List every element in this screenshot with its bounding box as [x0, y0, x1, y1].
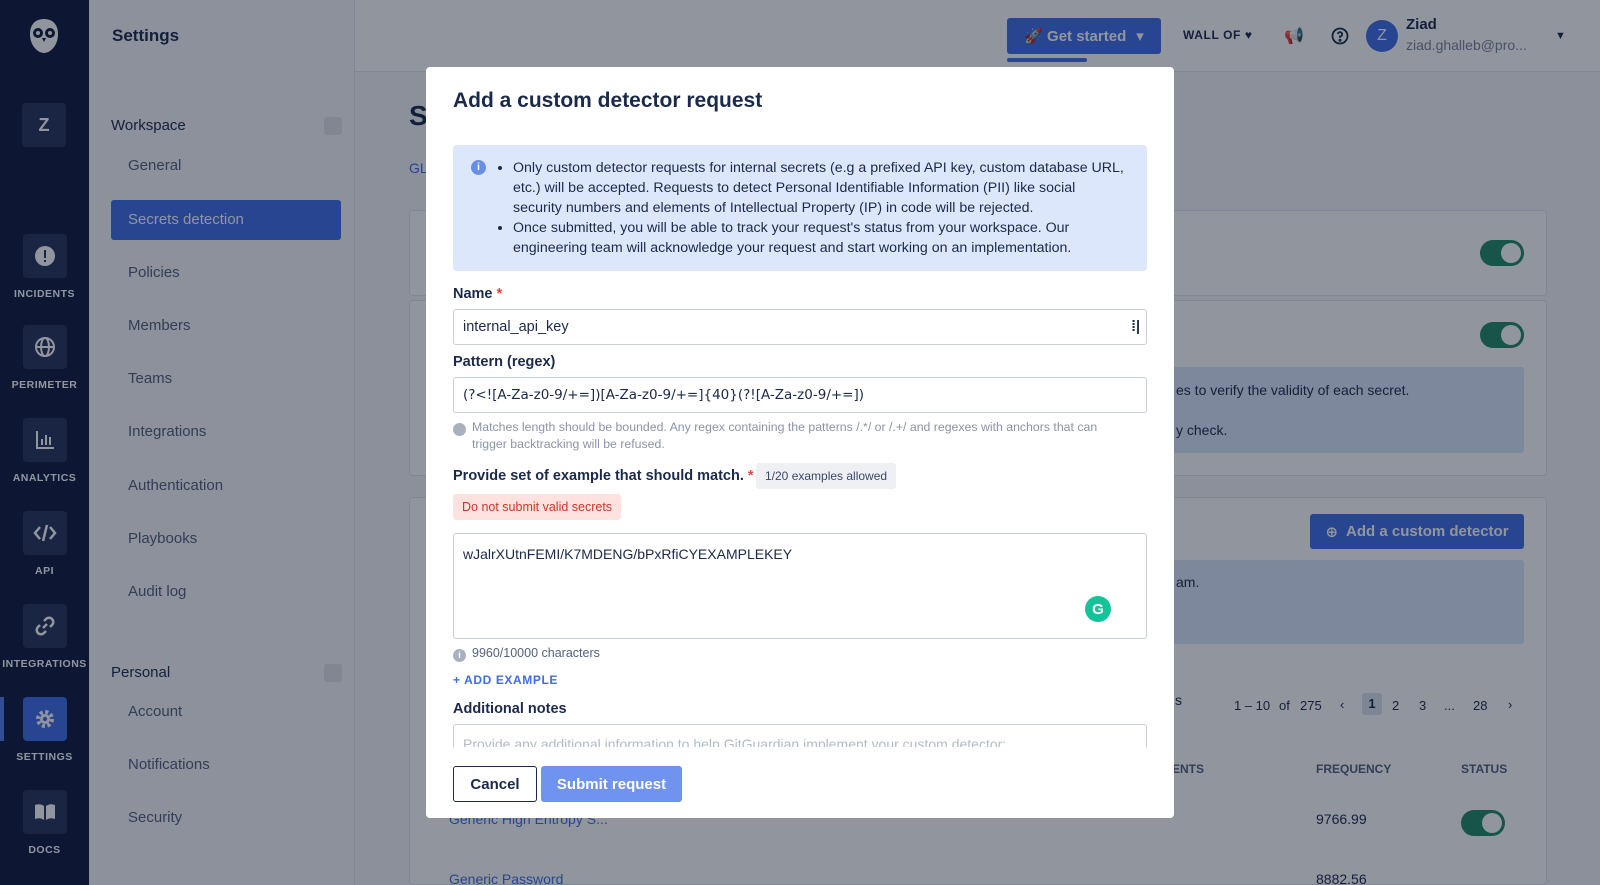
password-manager-icon[interactable]: ⁞| [1131, 310, 1140, 344]
info-icon: i [471, 160, 486, 175]
examples-label-text: Provide set of example that should match… [453, 468, 744, 484]
notes-label: Additional notes [453, 701, 567, 717]
custom-detector-modal: Add a custom detector request i Only cus… [426, 67, 1174, 818]
example-textarea[interactable]: wJalrXUtnFEMI/K7MDENG/bPxRfiCYEXAMPLEKEY [453, 533, 1147, 639]
name-label: Name * [453, 286, 502, 302]
info-bullet: Only custom detector requests for intern… [513, 158, 1127, 218]
grammarly-icon[interactable]: G [1085, 596, 1111, 622]
name-field[interactable]: internal_api_key ⁞| [453, 309, 1147, 345]
info-list: Only custom detector requests for intern… [493, 158, 1127, 258]
cancel-button[interactable]: Cancel [453, 766, 537, 802]
name-value: internal_api_key [463, 319, 569, 335]
info-icon: i [453, 649, 466, 662]
char-count-text: 9960/10000 characters [472, 646, 600, 660]
pattern-hint: i Matches length should be bounded. Any r… [449, 419, 1133, 453]
required-marker: * [496, 286, 503, 302]
pattern-field[interactable]: (?<![A-Za-z0-9/+=])[A-Za-z0-9/+=]{40}(?!… [453, 377, 1147, 413]
examples-label: Provide set of example that should match… [453, 468, 754, 484]
warning-badge: Do not submit valid secrets [453, 494, 622, 520]
required-marker: * [747, 468, 754, 484]
name-label-text: Name [453, 286, 493, 302]
modal-footer: Cancel Submit request [426, 747, 1174, 818]
info-box: i Only custom detector requests for inte… [453, 145, 1147, 271]
examples-count-badge: 1/20 examples allowed [756, 463, 897, 489]
pattern-hint-text: Matches length should be bounded. Any re… [472, 420, 1098, 451]
modal-title: Add a custom detector request [453, 89, 763, 112]
submit-request-button[interactable]: Submit request [541, 766, 682, 802]
pattern-label: Pattern (regex) [453, 354, 556, 370]
char-count: i 9960/10000 characters [453, 645, 600, 662]
info-icon: i [449, 423, 466, 436]
info-bullet: Once submitted, you will be able to trac… [513, 218, 1127, 258]
add-example-button[interactable]: + ADD EXAMPLE [453, 673, 558, 687]
